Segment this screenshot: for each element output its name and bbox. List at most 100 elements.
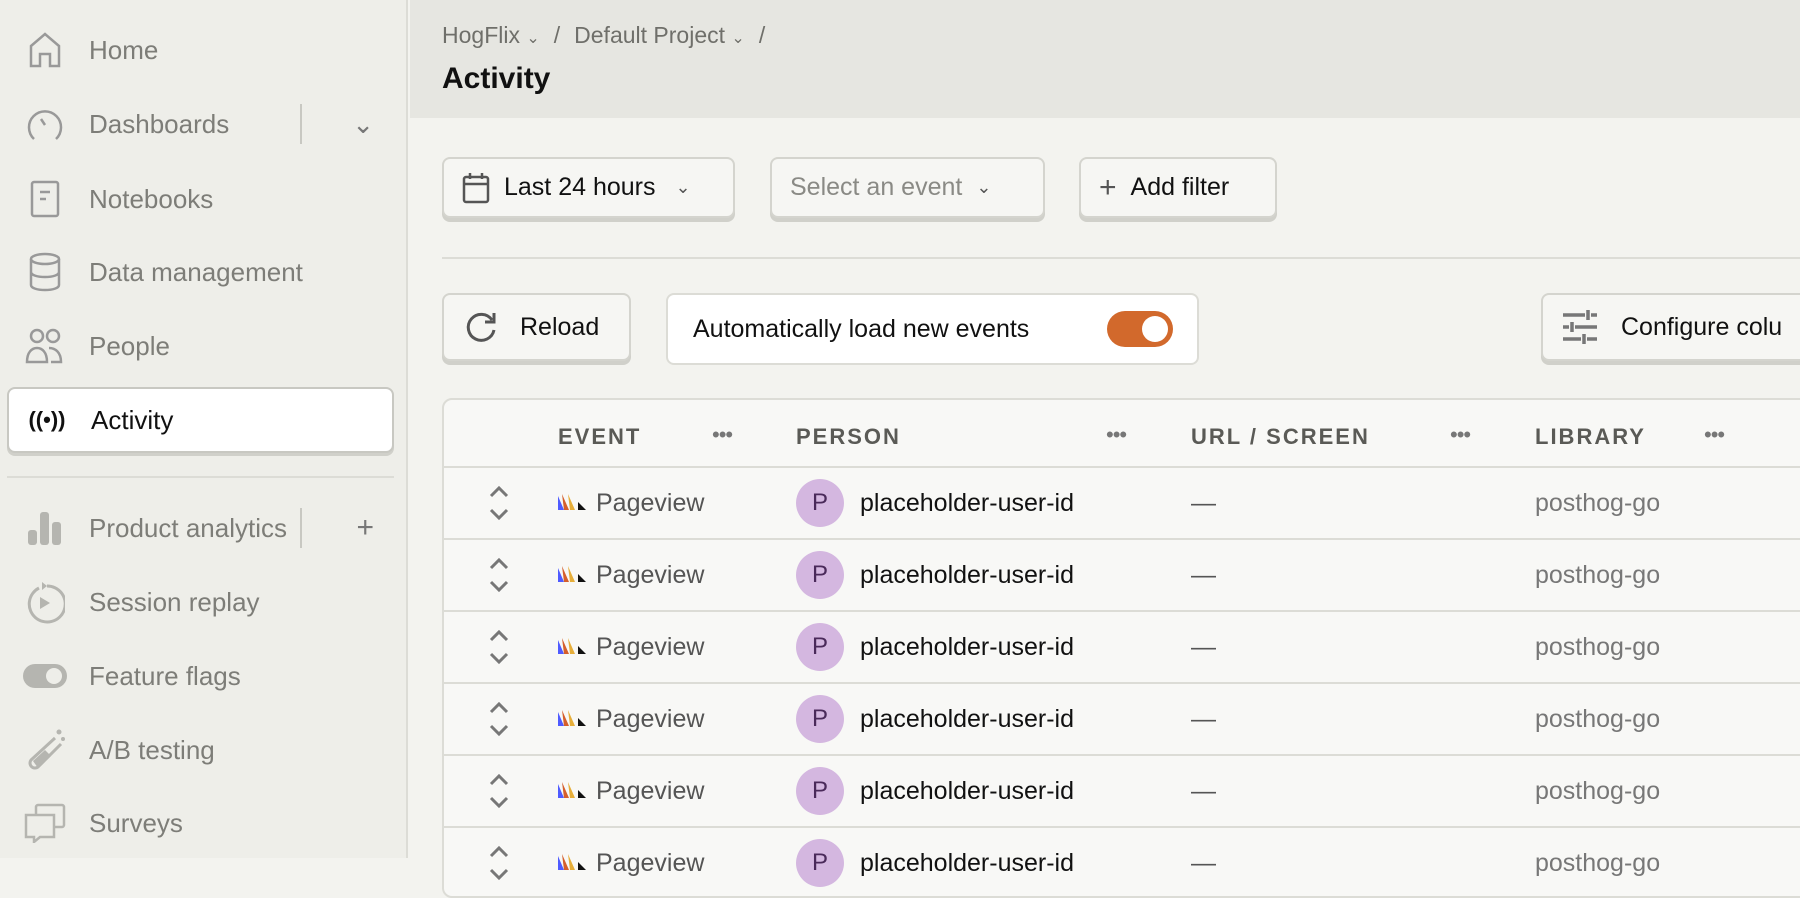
replay-icon [23,580,67,624]
avatar: P [796,767,844,815]
sidebar-item-label: Session replay [89,586,260,617]
date-range-button[interactable]: Last 24 hours ⌄ [442,157,735,218]
table-row[interactable]: Pageview Pplaceholder-user-id — posthog-go [444,610,1800,682]
pageview-icon [558,566,586,582]
url-cell: — [1191,560,1216,589]
person-cell[interactable]: Pplaceholder-user-id [796,756,1074,826]
events-table: EVENT ••• PERSON ••• URL / SCREEN ••• LI… [442,398,1800,898]
url-cell: — [1191,704,1216,733]
expand-row-icon[interactable] [488,684,510,754]
auto-load-toggle[interactable] [1107,311,1173,347]
notebook-icon [23,177,67,221]
sidebar-item-feature-flags[interactable]: Feature flags [7,643,394,709]
chevron-down-icon: ⌄ [675,177,691,197]
sidebar-item-ab-testing[interactable]: A/B testing [7,717,394,783]
expand-row-icon[interactable] [488,468,510,538]
url-cell: — [1191,488,1216,517]
expand-row-icon[interactable] [488,612,510,682]
person-cell[interactable]: Pplaceholder-user-id [796,468,1074,538]
table-row[interactable]: Pageview Pplaceholder-user-id — posthog-go [444,538,1800,610]
home-icon [23,28,67,72]
library-cell: posthog-go [1535,560,1661,589]
column-header-person[interactable]: PERSON [796,424,901,450]
chevron-down-icon: ⌄ [976,177,992,197]
event-cell[interactable]: Pageview [558,828,704,896]
url-cell: — [1191,776,1216,805]
person-cell[interactable]: Pplaceholder-user-id [796,612,1074,682]
person-cell[interactable]: Pplaceholder-user-id [796,684,1074,754]
column-header-event[interactable]: EVENT [558,424,641,450]
table-row[interactable]: Pageview Pplaceholder-user-id — posthog-go [444,826,1800,896]
breadcrumb: HogFlix ⌄ / Default Project ⌄ / [442,22,765,49]
column-menu-icon[interactable]: ••• [1704,422,1725,448]
flask-icon [23,728,67,772]
calendar-icon [462,172,490,203]
auto-load-toggle-container: Automatically load new events [666,293,1199,365]
event-cell[interactable]: Pageview [558,684,704,754]
chevron-down-icon[interactable]: ⌄ [352,109,374,140]
url-cell: — [1191,848,1216,877]
event-cell[interactable]: Pageview [558,468,704,538]
avatar: P [796,623,844,671]
database-icon [23,250,67,294]
dashboard-icon [23,102,67,146]
event-select[interactable]: Select an event ⌄ [770,157,1045,218]
sidebar-item-label: Dashboards [89,108,230,139]
reload-icon [466,312,496,342]
library-cell: posthog-go [1535,488,1661,517]
divider [300,104,302,144]
add-icon[interactable]: + [356,511,374,545]
expand-row-icon[interactable] [488,540,510,610]
add-filter-button[interactable]: + Add filter [1079,157,1277,218]
sidebar-divider [7,476,394,478]
sidebar-item-label: Feature flags [89,660,241,691]
breadcrumb-org[interactable]: HogFlix ⌄ [442,22,540,49]
reload-button[interactable]: Reload [442,293,631,361]
event-cell[interactable]: Pageview [558,612,704,682]
divider [442,257,1800,259]
avatar: P [796,695,844,743]
sidebar-item-label: Data management [89,256,303,287]
column-menu-icon[interactable]: ••• [1106,422,1127,448]
event-select-placeholder: Select an event [790,173,963,201]
table-row[interactable]: Pageview Pplaceholder-user-id — posthog-go [444,754,1800,826]
column-menu-icon[interactable]: ••• [712,422,733,448]
broadcast-icon: ((•)) [28,407,66,432]
person-cell[interactable]: Pplaceholder-user-id [796,828,1074,896]
pageview-icon [558,854,586,870]
sidebar-item-people[interactable]: People [7,313,394,379]
sidebar-item-label: A/B testing [89,734,215,765]
column-header-url[interactable]: URL / SCREEN [1191,424,1370,450]
chat-icon [23,801,67,845]
table-row[interactable]: Pageview Pplaceholder-user-id — posthog-go [444,682,1800,754]
reload-label: Reload [520,312,600,341]
event-cell[interactable]: Pageview [558,540,704,610]
library-cell: posthog-go [1535,704,1661,733]
sidebar-item-surveys[interactable]: Surveys [7,790,394,856]
sidebar-item-activity[interactable]: ((•)) Activity [7,387,394,453]
column-header-library[interactable]: LIBRARY [1535,424,1646,450]
auto-load-label: Automatically load new events [693,314,1030,343]
divider [300,508,302,548]
sidebar-item-dashboards[interactable]: Dashboards ⌄ [7,91,394,157]
breadcrumb-project[interactable]: Default Project ⌄ [574,22,745,49]
breadcrumb-separator: / [758,22,766,48]
expand-row-icon[interactable] [488,828,510,896]
person-cell[interactable]: Pplaceholder-user-id [796,540,1074,610]
sidebar: Home Dashboards ⌄ Notebooks Data manageme… [0,0,408,858]
library-cell: posthog-go [1535,776,1661,805]
sidebar-item-notebooks[interactable]: Notebooks [7,166,394,232]
expand-row-icon[interactable] [488,756,510,826]
table-row[interactable]: Pageview Pplaceholder-user-id — posthog-go [444,466,1800,538]
configure-columns-button[interactable]: Configure colu [1541,293,1800,361]
configure-columns-label: Configure colu [1621,312,1783,341]
column-menu-icon[interactable]: ••• [1450,422,1471,448]
pageview-icon [558,638,586,654]
event-cell[interactable]: Pageview [558,756,704,826]
sidebar-item-data-management[interactable]: Data management [7,239,394,305]
sidebar-item-product-analytics[interactable]: Product analytics + [7,495,394,561]
sidebar-item-home[interactable]: Home [7,17,394,83]
people-icon [23,324,67,368]
sidebar-item-label: People [89,330,170,361]
sidebar-item-session-replay[interactable]: Session replay [7,569,394,635]
